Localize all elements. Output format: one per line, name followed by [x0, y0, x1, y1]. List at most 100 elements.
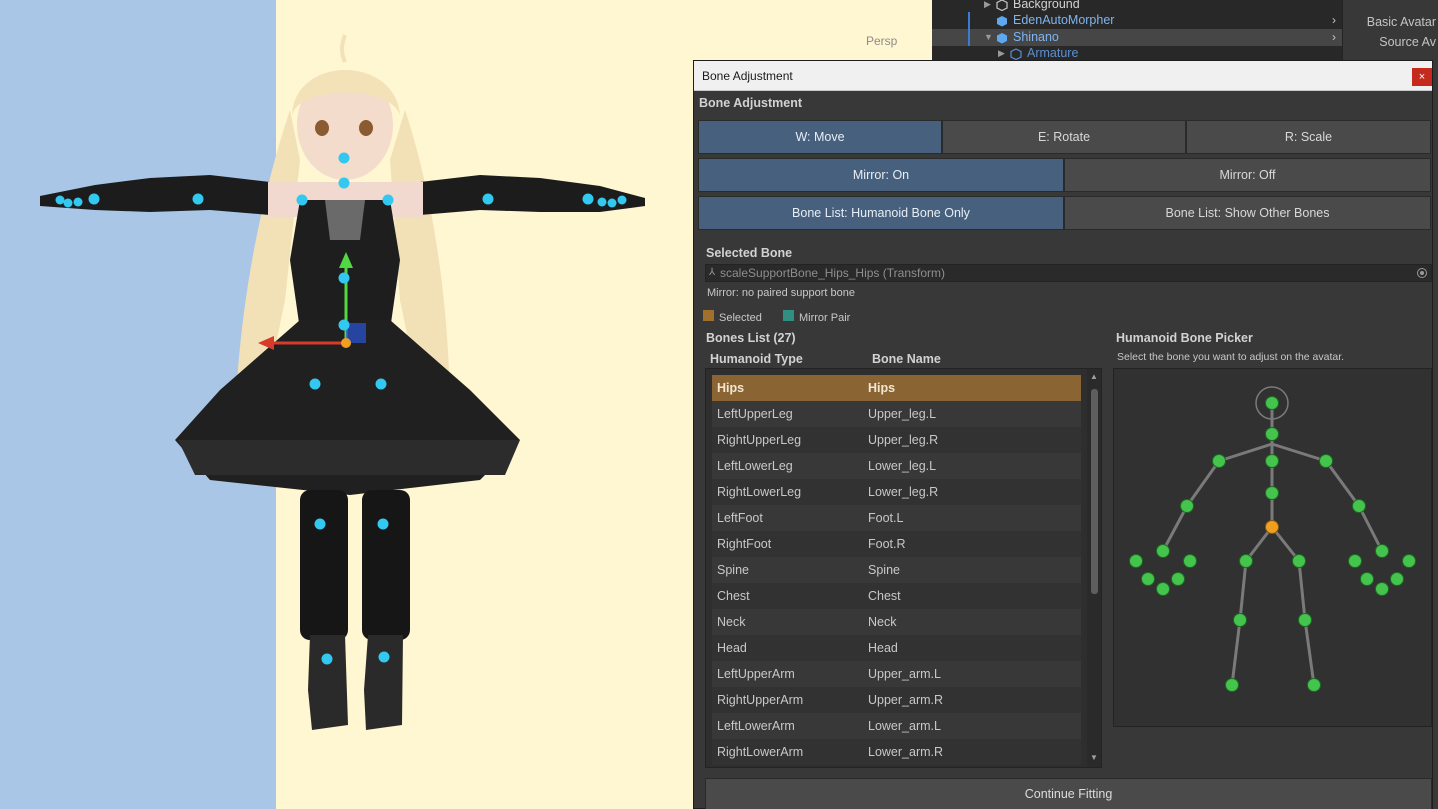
bone-node-neck[interactable] [1265, 427, 1279, 441]
bone-node-left-finger[interactable] [1348, 554, 1362, 568]
bone-node-left-upper-leg[interactable] [1292, 554, 1306, 568]
bone-node-left-finger[interactable] [1390, 572, 1404, 586]
bone-node-right-upper-leg[interactable] [1239, 554, 1253, 568]
bone-name-cell: Foot.L [868, 511, 904, 525]
list-item[interactable]: Neck Neck [712, 609, 1081, 635]
hierarchy-item-label: Shinano [1013, 30, 1059, 44]
list-scrollbar[interactable]: ▲ ▼ [1087, 369, 1101, 767]
picker-nodes[interactable] [1129, 396, 1416, 692]
object-picker-icon[interactable] [1417, 268, 1427, 278]
gameobject-icon [1010, 48, 1022, 60]
bone-node-right-knee[interactable] [1233, 613, 1247, 627]
list-item[interactable]: Chest Chest [712, 583, 1081, 609]
collapse-arrow-icon[interactable]: ▼ [984, 29, 993, 46]
bone-node-right-finger[interactable] [1141, 572, 1155, 586]
bonelist-show-other-button[interactable]: Bone List: Show Other Bones [1064, 196, 1431, 230]
bone-node-left-finger[interactable] [1402, 554, 1416, 568]
close-icon[interactable]: × [1412, 68, 1432, 86]
hierarchy-indent-bar [968, 12, 970, 29]
bone-node-left-knee[interactable] [1298, 613, 1312, 627]
humanoid-type-cell: LeftUpperArm [717, 667, 795, 681]
inspector-label: Source Av [1379, 35, 1436, 49]
bone-node-left-elbow[interactable] [1352, 499, 1366, 513]
hierarchy-item-edenautomorpher[interactable]: EdenAutoMorpher › [932, 12, 1342, 29]
scale-mode-button[interactable]: R: Scale [1186, 120, 1431, 154]
bone-name-cell: Neck [868, 615, 897, 629]
bone-name-cell: Upper_arm.R [868, 693, 944, 707]
bone-name-cell: Lower_leg.L [868, 459, 937, 473]
bone-node-left-finger[interactable] [1375, 582, 1389, 596]
bone-node-right-elbow[interactable] [1180, 499, 1194, 513]
bone-node-right-hand[interactable] [1156, 544, 1170, 558]
list-item[interactable]: LeftUpperLeg Upper_leg.L [712, 401, 1081, 427]
hierarchy-item-label: EdenAutoMorpher [1013, 13, 1115, 27]
bone-name-cell: Foot.R [868, 537, 906, 551]
move-mode-button[interactable]: W: Move [698, 120, 942, 154]
legend-mirror-pair-label: Mirror Pair [799, 312, 851, 324]
mirror-note: Mirror: no paired support bone [707, 287, 855, 299]
bone-node-spine[interactable] [1265, 486, 1279, 500]
humanoid-type-cell: LeftLowerLeg [717, 459, 793, 473]
bones-list-title: Bones List (27) [706, 331, 796, 345]
bone-picker-graph[interactable] [1114, 369, 1431, 726]
list-item[interactable]: RightUpperLeg Upper_leg.R [712, 427, 1081, 453]
humanoid-type-cell: Head [717, 641, 747, 655]
list-item[interactable]: RightLowerArm Lower_arm.R [712, 739, 1081, 765]
bone-node-right-finger[interactable] [1183, 554, 1197, 568]
list-item[interactable]: LeftLowerArm Lower_arm.L [712, 713, 1081, 739]
humanoid-type-cell: RightUpperLeg [717, 433, 802, 447]
inspector-panel: Basic Avatar Source Av [1342, 0, 1438, 62]
bone-node-chest[interactable] [1265, 454, 1279, 468]
selected-bone-field[interactable]: ⅄ scaleSupportBone_Hips_Hips (Transform) [705, 264, 1432, 282]
list-item[interactable]: LeftFoot Foot.L [712, 505, 1081, 531]
bone-node-left-finger[interactable] [1360, 572, 1374, 586]
bone-node-right-finger[interactable] [1156, 582, 1170, 596]
root: Persp ▶ Background EdenAutoMorpher › ▼ S… [0, 0, 1438, 809]
gameobject-icon [996, 0, 1008, 11]
humanoid-type-cell: Chest [717, 589, 750, 603]
bone-node-left-shoulder[interactable] [1319, 454, 1333, 468]
bone-node-left-hand[interactable] [1375, 544, 1389, 558]
list-item[interactable]: RightLowerLeg Lower_leg.R [712, 479, 1081, 505]
avatar-viewport[interactable] [0, 0, 700, 809]
humanoid-type-cell: Spine [717, 563, 749, 577]
window-titlebar[interactable]: Bone Adjustment × [694, 61, 1432, 91]
bone-name-cell: Lower_arm.R [868, 745, 944, 759]
scroll-up-icon[interactable]: ▲ [1090, 372, 1098, 381]
bone-node-right-shoulder[interactable] [1212, 454, 1226, 468]
bone-name-cell: Upper_leg.R [868, 433, 939, 447]
avatar-figure [40, 34, 645, 730]
scroll-down-icon[interactable]: ▼ [1090, 753, 1098, 762]
chevron-right-icon[interactable]: › [1332, 29, 1336, 46]
bone-node-right-finger[interactable] [1129, 554, 1143, 568]
list-item[interactable]: LeftLowerLeg Lower_leg.L [712, 453, 1081, 479]
list-item[interactable]: Spine Spine [712, 557, 1081, 583]
scrollbar-thumb[interactable] [1091, 389, 1098, 594]
bone-node-left-foot[interactable] [1307, 678, 1321, 692]
humanoid-type-cell: RightFoot [717, 537, 772, 551]
continue-fitting-button[interactable]: Continue Fitting [705, 778, 1432, 809]
bone-node-right-foot[interactable] [1225, 678, 1239, 692]
bone-node-head[interactable] [1265, 396, 1279, 410]
mirror-off-button[interactable]: Mirror: Off [1064, 158, 1431, 192]
humanoid-type-cell: RightUpperArm [717, 693, 804, 707]
persp-label[interactable]: Persp [866, 34, 897, 48]
mirror-on-button[interactable]: Mirror: On [698, 158, 1064, 192]
bone-name-cell: Chest [868, 589, 901, 603]
list-item[interactable]: LeftUpperArm Upper_arm.L [712, 661, 1081, 687]
bone-name-cell: Head [868, 641, 898, 655]
chevron-right-icon[interactable]: › [1332, 12, 1336, 29]
rotate-mode-button[interactable]: E: Rotate [942, 120, 1186, 154]
list-item[interactable]: RightUpperArm Upper_arm.R [712, 687, 1081, 713]
list-item[interactable]: Head Head [712, 635, 1081, 661]
list-item[interactable]: Hips Hips [712, 375, 1081, 401]
humanoid-bone-picker[interactable] [1113, 368, 1432, 727]
window-title: Bone Adjustment [702, 69, 793, 83]
prefab-icon [997, 16, 1007, 27]
list-item[interactable]: RightFoot Foot.R [712, 531, 1081, 557]
bones-list[interactable]: Hips Hips LeftUpperLeg Upper_leg.L RightUp… [705, 368, 1102, 768]
bone-node-hips-selected[interactable] [1265, 520, 1279, 534]
bone-node-right-finger[interactable] [1171, 572, 1185, 586]
bonelist-humanoid-only-button[interactable]: Bone List: Humanoid Bone Only [698, 196, 1064, 230]
hierarchy-item-shinano[interactable]: ▼ Shinano › [932, 29, 1342, 46]
